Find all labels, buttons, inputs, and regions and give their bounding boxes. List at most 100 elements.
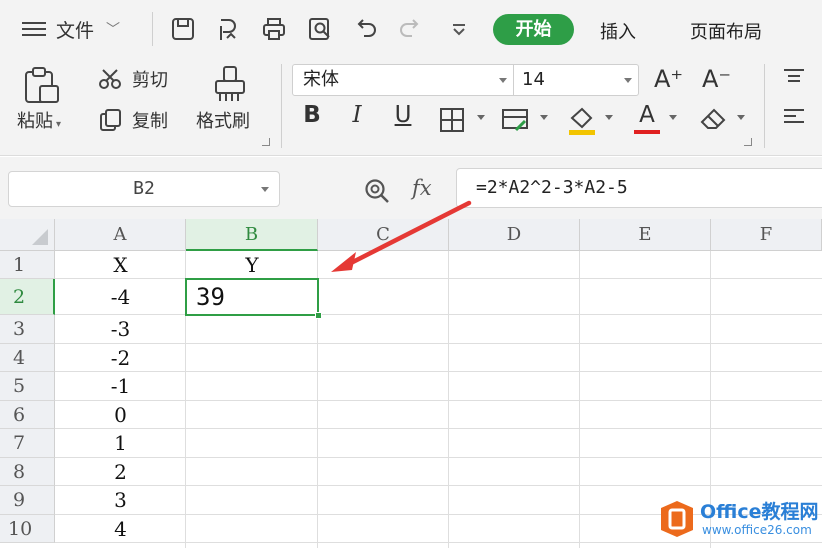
undo-icon[interactable] xyxy=(353,16,379,42)
name-box[interactable]: B2 xyxy=(8,171,280,207)
row-header-9[interactable]: 9 xyxy=(0,486,55,515)
cell-a4[interactable]: -2 xyxy=(55,346,186,370)
font-group-launcher[interactable] xyxy=(744,138,752,146)
chevron-down-icon[interactable] xyxy=(261,187,269,192)
font-size-select[interactable]: 14 xyxy=(513,64,639,96)
gridline xyxy=(55,278,822,279)
gridline xyxy=(55,314,822,315)
gridline xyxy=(579,251,580,548)
customize-toolbar-icon[interactable] xyxy=(446,16,472,42)
cut-button[interactable]: 剪切 xyxy=(98,66,168,92)
cell-a5[interactable]: -1 xyxy=(55,374,186,398)
cell-b1[interactable]: Y xyxy=(186,253,318,277)
fill-handle[interactable] xyxy=(315,312,322,319)
print-icon[interactable] xyxy=(261,16,287,42)
row-header-1[interactable]: 1 xyxy=(0,251,55,279)
selected-cell-b2[interactable]: 39 xyxy=(185,278,322,319)
watermark-url: www.office26.com xyxy=(702,523,812,537)
select-all-corner[interactable] xyxy=(0,219,55,251)
file-menu-label[interactable]: 文件 xyxy=(56,16,94,43)
cell-a6[interactable]: 0 xyxy=(55,403,186,427)
chevron-down-icon[interactable] xyxy=(669,115,677,120)
underline-button[interactable]: U xyxy=(388,102,418,128)
tab-insert[interactable]: 插入 xyxy=(600,18,636,44)
row-header-7[interactable]: 7 xyxy=(0,429,55,458)
font-size-value: 14 xyxy=(522,69,545,90)
chevron-down-icon[interactable] xyxy=(605,115,613,120)
chevron-down-icon[interactable] xyxy=(540,115,548,120)
column-header-d[interactable]: D xyxy=(449,219,580,251)
column-header-c[interactable]: C xyxy=(318,219,449,251)
gridline xyxy=(55,457,822,458)
cell-a1[interactable]: X xyxy=(55,253,186,277)
tab-page-layout[interactable]: 页面布局 xyxy=(690,18,762,44)
chevron-down-icon[interactable] xyxy=(499,78,507,83)
clipboard-group-launcher[interactable] xyxy=(262,138,270,146)
cell-a8[interactable]: 2 xyxy=(55,460,186,484)
redo-icon[interactable] xyxy=(397,16,423,42)
cell-a9[interactable]: 3 xyxy=(55,488,186,512)
chevron-down-icon[interactable] xyxy=(737,115,745,120)
divider xyxy=(764,64,765,148)
clear-format-icon[interactable] xyxy=(698,104,732,136)
column-header-a[interactable]: A xyxy=(55,219,186,251)
chevron-down-icon[interactable] xyxy=(624,78,632,83)
font-color-button[interactable]: A xyxy=(632,102,662,128)
cut-label: 剪切 xyxy=(132,70,168,91)
italic-button[interactable]: I xyxy=(342,102,372,128)
formula-input[interactable]: =2*A2^2-3*A2-5 xyxy=(456,168,822,208)
tab-start[interactable]: 开始 xyxy=(493,14,574,45)
fill-color-icon[interactable] xyxy=(566,104,600,136)
insert-function-button[interactable]: fx xyxy=(412,176,432,200)
selected-cell-value: 39 xyxy=(196,283,225,311)
copy-label: 复制 xyxy=(132,111,168,132)
gridline xyxy=(55,428,822,429)
grow-font-button[interactable]: A⁺ xyxy=(654,65,683,93)
cell-a3[interactable]: -3 xyxy=(55,317,186,341)
export-icon[interactable] xyxy=(216,16,242,42)
row-header-2[interactable]: 2 xyxy=(0,279,55,315)
hamburger-menu-icon[interactable] xyxy=(22,21,46,37)
gridline xyxy=(55,485,822,486)
cell-a2[interactable]: -4 xyxy=(55,285,186,309)
cell-a10[interactable]: 4 xyxy=(55,517,186,541)
formula-bar: B2 fx =2*A2^2-3*A2-5 xyxy=(0,157,822,219)
chevron-down-icon[interactable]: ﹀ xyxy=(106,19,120,39)
row-header-5[interactable]: 5 xyxy=(0,372,55,401)
row-header-3[interactable]: 3 xyxy=(0,315,55,344)
office-logo-icon xyxy=(658,499,696,539)
cell-style-icon[interactable] xyxy=(500,104,534,136)
border-icon[interactable] xyxy=(438,104,472,136)
column-header-b[interactable]: B xyxy=(186,219,318,251)
column-header-f[interactable]: F xyxy=(711,219,822,251)
format-painter-icon[interactable] xyxy=(210,64,250,104)
column-header-e[interactable]: E xyxy=(580,219,711,251)
save-icon[interactable] xyxy=(170,16,196,42)
ribbon-home: 粘贴 ▾ 剪切 复制 格式刷 宋体 14 A⁺ A⁻ B I U A xyxy=(0,58,822,156)
cell-a7[interactable]: 1 xyxy=(55,431,186,455)
gridline xyxy=(55,343,822,344)
print-preview-icon[interactable] xyxy=(307,16,333,42)
row-header-6[interactable]: 6 xyxy=(0,401,55,429)
row-header-8[interactable]: 8 xyxy=(0,458,55,486)
shrink-font-button[interactable]: A⁻ xyxy=(702,65,731,93)
font-name-select[interactable]: 宋体 xyxy=(292,64,514,96)
format-painter-label[interactable]: 格式刷 xyxy=(196,107,250,133)
paste-label: 粘贴 xyxy=(17,111,53,132)
scissors-icon xyxy=(99,69,121,89)
gridline xyxy=(448,251,449,548)
file-menu[interactable]: 文件 ﹀ xyxy=(22,14,120,44)
bold-button[interactable]: B xyxy=(297,102,327,128)
row-header-10[interactable]: 10 xyxy=(0,515,55,543)
paste-button[interactable]: 粘贴 ▾ xyxy=(17,107,61,133)
chevron-down-icon[interactable] xyxy=(477,115,485,120)
align-top-icon[interactable] xyxy=(780,66,808,90)
row-header-4[interactable]: 4 xyxy=(0,344,55,372)
align-left-icon[interactable] xyxy=(780,106,808,130)
menu-bar: 文件 ﹀ 开始 插入 页面布局 xyxy=(0,0,822,58)
zoom-icon[interactable] xyxy=(363,177,391,205)
copy-button[interactable]: 复制 xyxy=(98,107,168,133)
watermark: Office教程网 www.office26.com xyxy=(658,497,819,541)
paste-icon[interactable] xyxy=(22,66,66,106)
watermark-title: Office教程网 xyxy=(700,501,819,523)
